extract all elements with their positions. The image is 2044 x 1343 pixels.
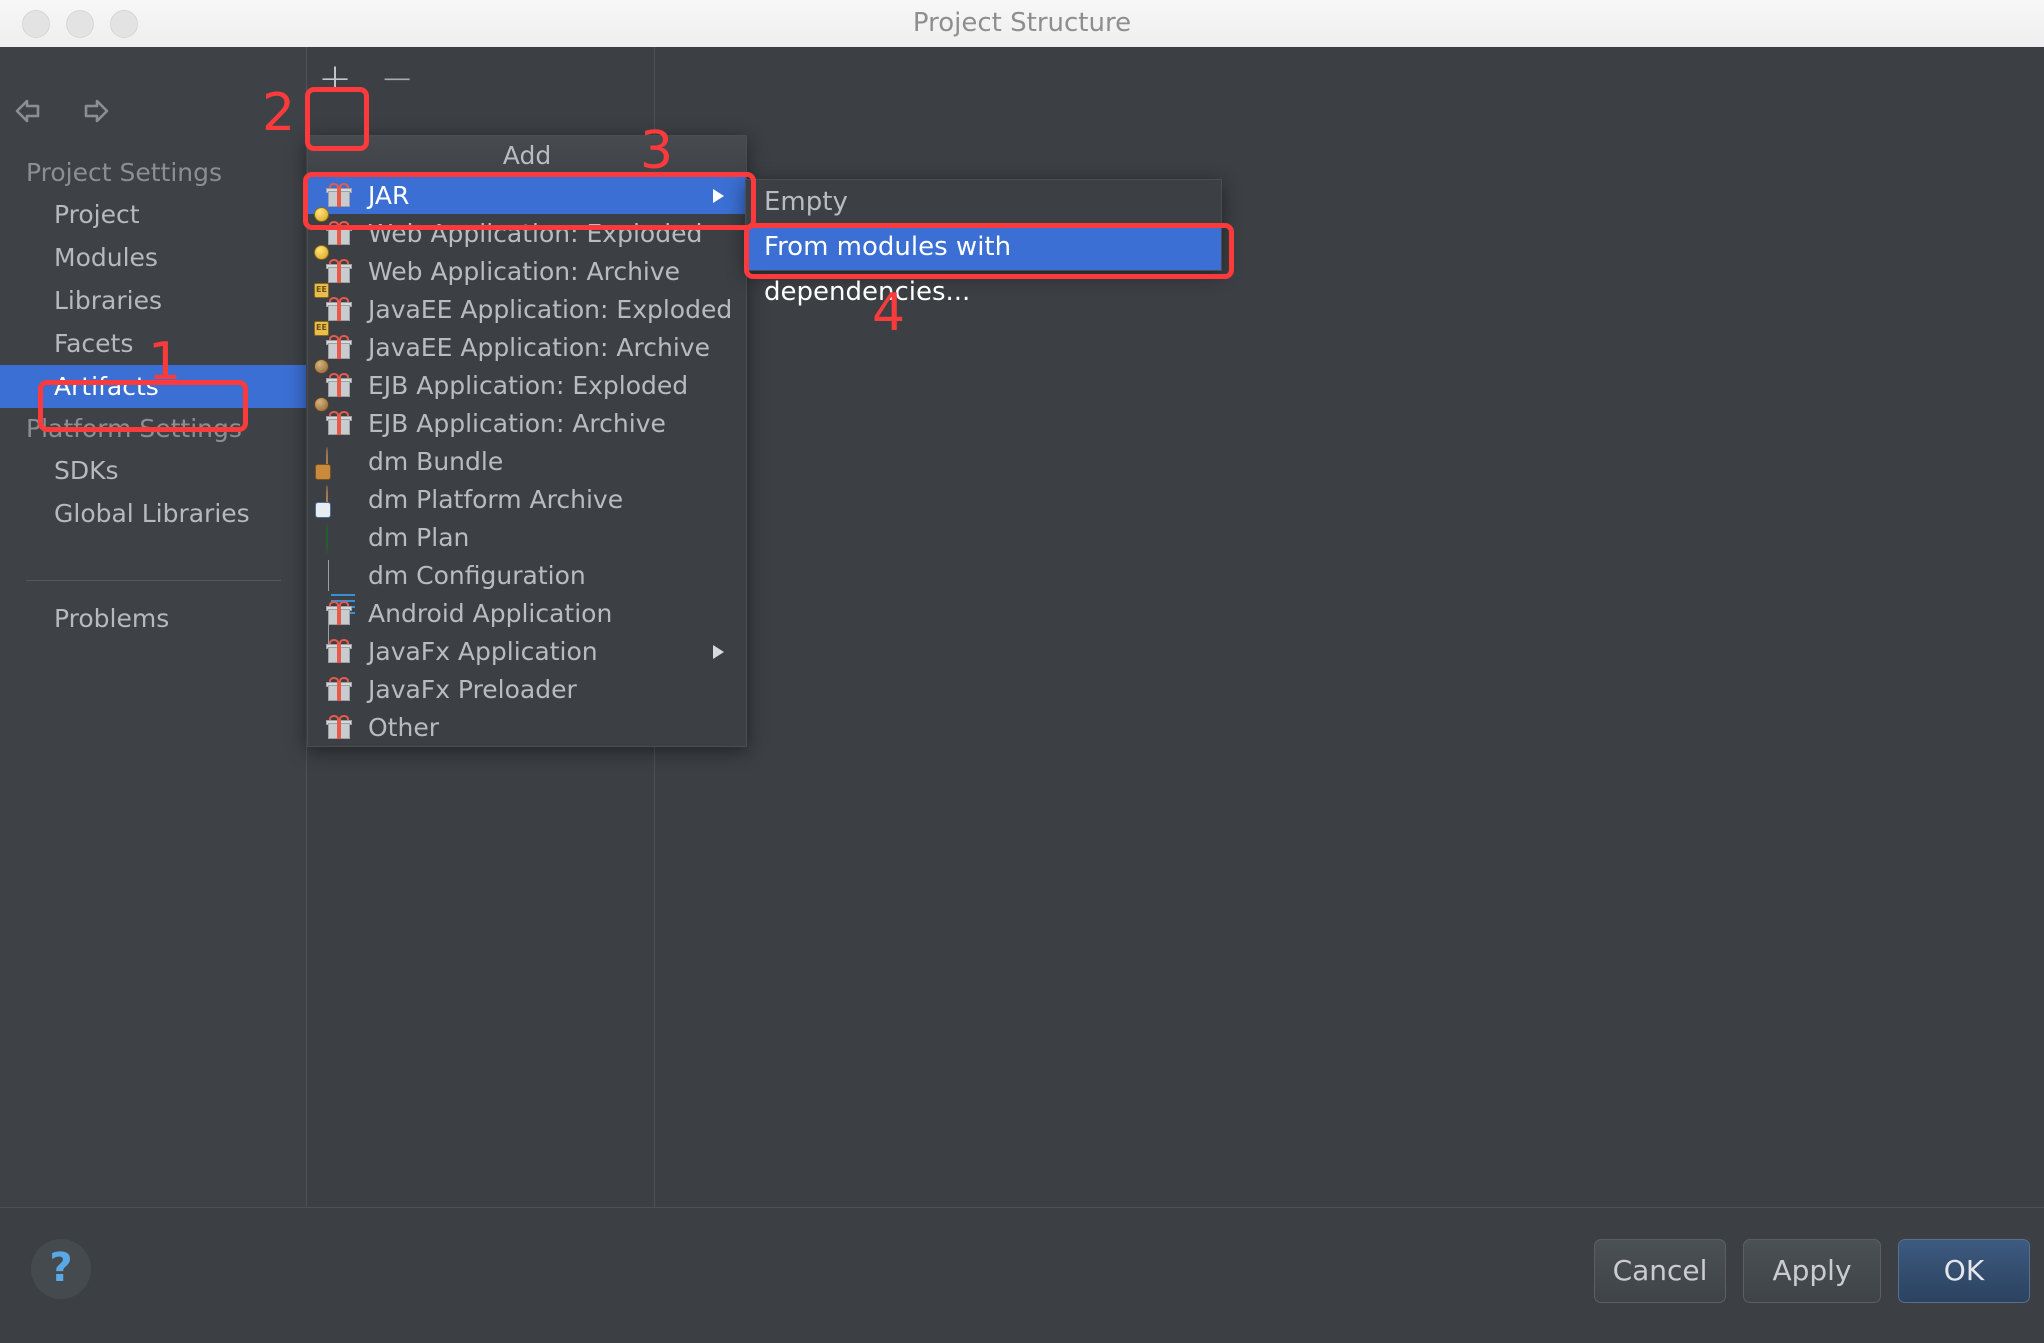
artifacts-toolbar: + − [306,47,2044,101]
remove-artifact-button[interactable]: − [373,57,421,105]
jar-submenu: Empty From modules with dependencies... [745,179,1222,307]
forward-arrow-icon[interactable] [76,97,110,125]
menu-item-label: JavaEE Application: Archive [368,332,710,362]
gift-web-icon [314,245,356,286]
sidebar-group-project-settings: Project Settings [26,158,223,187]
dm-platform-archive-icon [315,484,356,518]
menu-item-javaee-application-archive[interactable]: EE JavaEE Application: Archive [308,321,746,366]
annotation-number-1: 1 [148,332,182,392]
sidebar-item-libraries[interactable]: Libraries [0,279,306,322]
menu-item-label: JAR [368,180,410,210]
chevron-right-icon [713,645,724,659]
chevron-right-icon [713,189,724,203]
menu-item-android-application[interactable]: Android Application [308,594,746,632]
sidebar-item-project[interactable]: Project [0,193,306,236]
menu-item-dm-plan[interactable]: dm Plan [308,518,746,556]
sidebar-item-global-libraries[interactable]: Global Libraries [0,492,306,535]
menu-item-label: Android Application [368,598,613,628]
gift-icon [326,674,356,704]
annotation-number-3: 3 [640,121,674,181]
dialog-body: Project Settings Project Modules Librari… [0,47,2044,1342]
menu-item-label: Web Application: Archive [368,256,681,286]
menu-item-dm-bundle[interactable]: dm Bundle [308,442,746,480]
gift-web-icon [314,207,356,248]
menu-item-label: JavaFx Application [368,636,598,666]
menu-item-javaee-application-exploded[interactable]: EE JavaEE Application: Exploded [308,283,746,328]
dialog-footer: ? Cancel Apply OK [0,1207,2044,1343]
sidebar-divider [26,580,281,581]
menu-item-web-application-archive[interactable]: Web Application: Archive [308,245,746,290]
gift-ejb-icon [314,397,356,438]
sidebar-item-modules[interactable]: Modules [0,236,306,279]
add-menu-header: Add [308,136,746,176]
add-artifact-button[interactable]: + [311,57,359,105]
gift-ee-icon: EE [314,321,356,362]
menu-item-label: dm Plan [368,522,470,552]
gift-icon [326,636,356,666]
menu-item-javafx-preloader[interactable]: JavaFx Preloader [308,670,746,708]
cancel-button[interactable]: Cancel [1594,1239,1726,1303]
gift-ee-icon: EE [314,283,356,324]
ok-button[interactable]: OK [1898,1239,2030,1303]
menu-item-dm-platform-archive[interactable]: dm Platform Archive [308,480,746,518]
menu-item-label: EJB Application: Exploded [368,370,689,400]
annotation-number-4: 4 [872,283,906,343]
menu-item-javafx-application[interactable]: JavaFx Application [308,632,746,670]
gift-ejb-icon [314,359,356,400]
dm-bundle-icon [315,446,356,480]
nav-buttons [14,97,110,125]
menu-item-ejb-application-archive[interactable]: EJB Application: Archive [308,397,746,442]
menu-item-label: EJB Application: Archive [368,408,666,438]
gift-icon [326,180,356,210]
menu-item-other[interactable]: Other [308,708,746,746]
dm-configuration-icon [326,560,358,644]
apply-button[interactable]: Apply [1743,1239,1881,1303]
dm-plan-icon [326,522,356,554]
window-titlebar: Project Structure [0,0,2044,48]
sidebar-group-platform-settings: Platform Settings [26,414,242,443]
sidebar-item-problems[interactable]: Problems [0,597,360,640]
submenu-item-empty[interactable]: Empty [746,180,1221,225]
menu-item-label: Web Application: Exploded [368,218,703,248]
menu-item-label: dm Platform Archive [368,484,624,514]
sidebar-item-sdks[interactable]: SDKs [0,449,306,492]
menu-item-ejb-application-exploded[interactable]: EJB Application: Exploded [308,359,746,404]
annotation-number-2: 2 [262,83,296,143]
add-artifact-menu: Add JAR Web Application: Exploded Web Ap… [307,135,747,747]
menu-item-label: Other [368,712,439,742]
menu-item-label: dm Configuration [368,560,586,590]
settings-sidebar: Project Settings Project Modules Librari… [0,47,307,1207]
window-title: Project Structure [912,8,1132,38]
menu-item-label: dm Bundle [368,446,504,476]
gift-icon [326,712,356,742]
submenu-item-from-modules-with-dependencies[interactable]: From modules with dependencies... [746,225,1221,307]
gift-icon [326,598,356,628]
menu-item-label: JavaEE Application: Exploded [368,294,733,324]
back-arrow-icon[interactable] [14,97,48,125]
menu-item-jar[interactable]: JAR [308,176,746,214]
menu-item-label: JavaFx Preloader [368,674,577,704]
menu-item-web-application-exploded[interactable]: Web Application: Exploded [308,207,746,252]
menu-item-dm-configuration[interactable]: dm Configuration [308,556,746,644]
help-button[interactable]: ? [31,1239,91,1299]
